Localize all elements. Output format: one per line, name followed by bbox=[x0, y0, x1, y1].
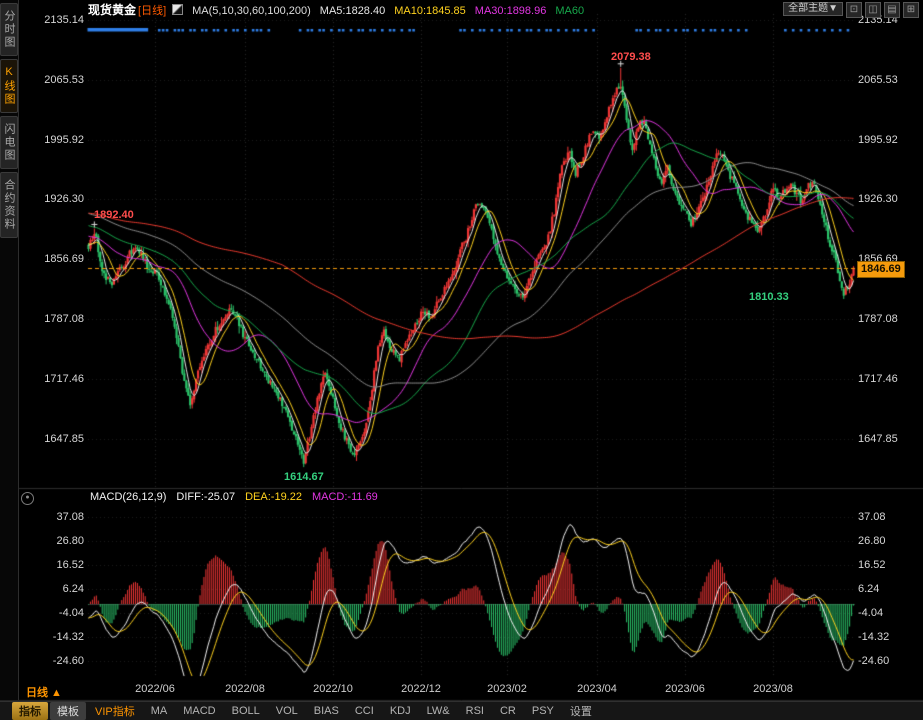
layout-columns-icon[interactable]: ◫ bbox=[865, 2, 881, 18]
bottom-tab-indicators[interactable]: 指标 bbox=[12, 702, 48, 720]
chart-type-sidebar: 分时图 K线图 闪电图 合约资料 bbox=[0, 0, 19, 700]
chart-header: 现货黄金[日线] MA(5,10,30,60,100,200) MA5:1828.4… bbox=[88, 1, 593, 15]
macd-macd-value: MACD:-11.69 bbox=[312, 491, 378, 503]
ma30-value: MA30:1898.96 bbox=[475, 5, 547, 17]
chart-toolbar: 全部主题▼ ⊡ ◫ ▤ ⊞ bbox=[783, 2, 919, 18]
bottom-tab-lw[interactable]: LW& bbox=[420, 704, 457, 718]
sidebar-tab-lightning-chart[interactable]: 闪电图 bbox=[0, 116, 18, 169]
sidebar-tab-candle-chart[interactable]: K线图 bbox=[0, 59, 18, 113]
macd-dea-value: DEA:-19.22 bbox=[245, 491, 302, 503]
ma-indicator-icon bbox=[172, 4, 183, 15]
period-selector[interactable]: 日线 ▲ bbox=[26, 684, 62, 700]
ma5-value: MA5:1828.40 bbox=[320, 5, 385, 17]
bottom-tab-bias[interactable]: BIAS bbox=[307, 704, 346, 718]
bottom-tab-cr[interactable]: CR bbox=[493, 704, 523, 718]
bottom-tab-psy[interactable]: PSY bbox=[525, 704, 561, 718]
sidebar-tab-time-chart[interactable]: 分时图 bbox=[0, 3, 18, 56]
bottom-tab-boll[interactable]: BOLL bbox=[225, 704, 267, 718]
layout-grid-icon[interactable]: ⊞ bbox=[903, 2, 919, 18]
macd-title: MACD(26,12,9) bbox=[90, 491, 166, 503]
period-tag: [日线] bbox=[138, 5, 166, 17]
bottom-tab-kdj[interactable]: KDJ bbox=[383, 704, 418, 718]
bottom-tab-settings[interactable]: 设置 bbox=[563, 702, 599, 720]
chart-canvas[interactable] bbox=[0, 0, 923, 720]
ma10-value: MA10:1845.85 bbox=[394, 5, 466, 17]
layout-rows-icon[interactable]: ▤ bbox=[884, 2, 900, 18]
sidebar-tab-contract-info[interactable]: 合约资料 bbox=[0, 172, 18, 238]
macd-diff-value: DIFF:-25.07 bbox=[176, 491, 235, 503]
trading-app-window: 2135.142135.142065.532065.531995.921995.… bbox=[0, 0, 923, 720]
bottom-tab-templates[interactable]: 模板 bbox=[50, 702, 86, 720]
bottom-tab-vol[interactable]: VOL bbox=[269, 704, 305, 718]
bottom-tab-macd[interactable]: MACD bbox=[176, 704, 222, 718]
theme-selector-button[interactable]: 全部主题▼ bbox=[783, 2, 843, 16]
indicator-tab-bar: 指标 模板 VIP指标 MA MACD BOLL VOL BIAS CCI KD… bbox=[0, 701, 923, 720]
indicator-settings-icon[interactable]: ● bbox=[21, 492, 34, 505]
bottom-tab-rsi[interactable]: RSI bbox=[459, 704, 491, 718]
bottom-tab-vip-indicators[interactable]: VIP指标 bbox=[88, 702, 142, 720]
bottom-tab-cci[interactable]: CCI bbox=[348, 704, 381, 718]
ma60-value: MA60 bbox=[555, 5, 584, 17]
ma-group-label: MA(5,10,30,60,100,200) bbox=[192, 5, 311, 17]
layout-single-icon[interactable]: ⊡ bbox=[846, 2, 862, 18]
symbol-name: 现货黄金 bbox=[88, 3, 136, 17]
macd-indicator-header: MACD(26,12,9) DIFF:-25.07 DEA:-19.22 MACD:-… bbox=[90, 491, 388, 503]
bottom-tab-ma[interactable]: MA bbox=[144, 704, 175, 718]
